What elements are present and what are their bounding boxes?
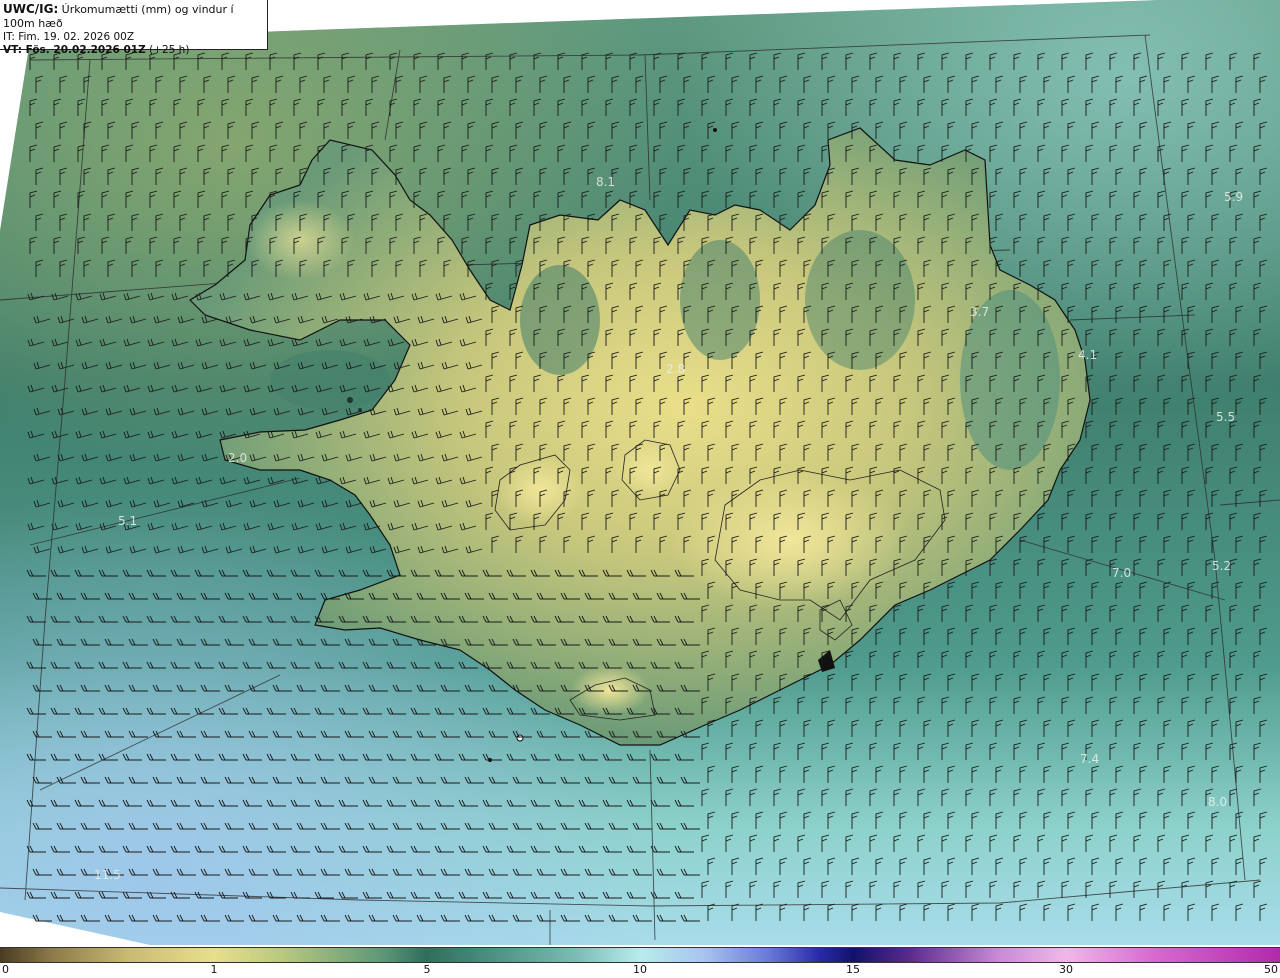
title-code: UWC/IG: xyxy=(3,2,59,16)
precipitation-colorbar xyxy=(0,947,1280,963)
value-northeast: 3.7 xyxy=(970,305,989,319)
value-south-east-sea: 8.0 xyxy=(1208,795,1227,809)
value-far-east-upper: 5.9 xyxy=(1224,190,1243,204)
value-east-sea-lower: 7.0 xyxy=(1112,566,1131,580)
valid-time-line: VT: Fös. 20.02.2026 01Z (+25 h) xyxy=(3,44,267,57)
value-southwest-sea: 11.5 xyxy=(94,868,121,882)
lead-time: (+25 h) xyxy=(149,44,190,56)
value-west-sea: 5.1 xyxy=(118,514,137,528)
value-east-sea-upper: 5.5 xyxy=(1216,410,1235,424)
colorbar-tick-5: 5 xyxy=(423,963,431,976)
colorbar-tick-1: 1 xyxy=(210,963,218,976)
value-east-coast: 4.1 xyxy=(1078,348,1097,362)
colorbar-tick-15: 15 xyxy=(846,963,860,976)
value-southeast-sea: 7.4 xyxy=(1080,752,1099,766)
value-nw-coast: 8.1 xyxy=(596,175,615,189)
forecast-map: 8.1 5.9 3.7 2.8 4.1 5.5 2.0 5.1 7.0 5.2 … xyxy=(0,0,1280,945)
init-time: IT: Fim. 19. 02. 2026 00Z xyxy=(3,31,135,43)
map-header: UWC/IG: Úrkomumætti (mm) og vindur í 100… xyxy=(0,0,268,56)
value-far-east-lower: 5.2 xyxy=(1212,559,1231,573)
map-title: UWC/IG: Úrkomumætti (mm) og vindur í 100… xyxy=(3,3,267,31)
value-north-central: 2.8 xyxy=(666,362,685,376)
colorbar-tick-0: 0 xyxy=(2,963,9,976)
value-snaefellsnes: 2.0 xyxy=(228,451,247,465)
colorbar-tick-50: 50 xyxy=(1264,963,1278,976)
valid-time: VT: Fös. 20.02.2026 01Z xyxy=(3,44,146,56)
colorbar-tick-10: 10 xyxy=(633,963,647,976)
colorbar-tick-30: 30 xyxy=(1059,963,1073,976)
